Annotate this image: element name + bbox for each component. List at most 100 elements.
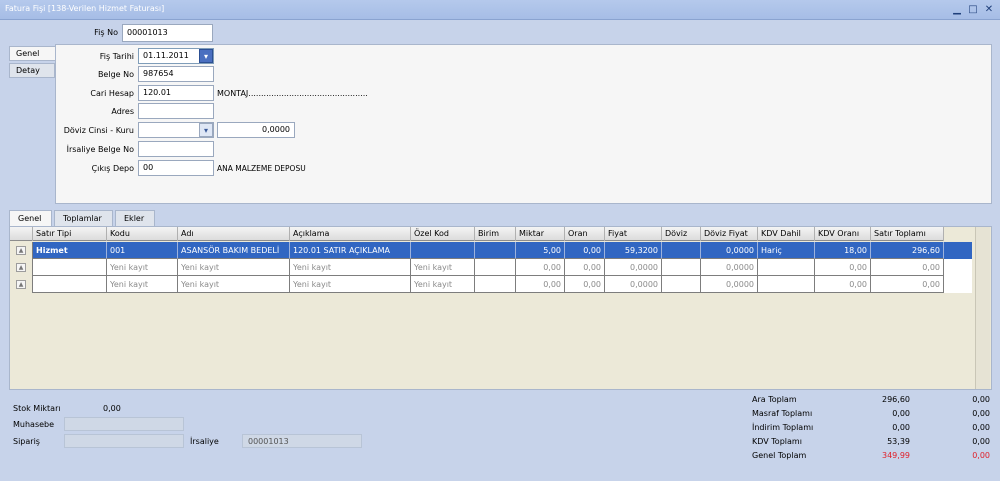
cell-ozel-kod[interactable] bbox=[411, 242, 475, 259]
cell-doviz[interactable] bbox=[662, 242, 701, 259]
stok-miktari-value: 0,00 bbox=[103, 404, 121, 413]
row-expand-icon[interactable]: ▲ bbox=[16, 280, 26, 289]
irsaliye-label: İrsaliye bbox=[190, 437, 219, 446]
cell-birim[interactable] bbox=[475, 242, 516, 259]
cell-satir-toplami[interactable]: 0,00 bbox=[871, 276, 944, 293]
cell-kodu[interactable]: 001 bbox=[107, 242, 178, 259]
cell-satir-toplami[interactable]: 296,60 bbox=[871, 242, 944, 259]
belge-no-field[interactable]: 987654 bbox=[138, 66, 214, 82]
indirim-toplami-doviz: 0,00 bbox=[972, 423, 990, 432]
maximize-icon[interactable]: □ bbox=[966, 3, 980, 16]
col-oran[interactable]: Oran bbox=[565, 227, 605, 241]
cell-kdv-dahil[interactable] bbox=[758, 276, 815, 293]
cell-satir-toplami[interactable]: 0,00 bbox=[871, 259, 944, 276]
cikis-depo-desc: ANA MALZEME DEPOSU bbox=[217, 164, 306, 173]
genel-toplam-doviz: 0,00 bbox=[972, 451, 990, 460]
cell-oran[interactable]: 0,00 bbox=[565, 259, 605, 276]
cell-birim[interactable] bbox=[475, 259, 516, 276]
cell-satir-tipi[interactable]: Hizmet bbox=[33, 242, 107, 259]
cell-birim[interactable] bbox=[475, 276, 516, 293]
date-dropdown-icon[interactable]: ▾ bbox=[199, 49, 213, 63]
doviz-dropdown-icon[interactable]: ▾ bbox=[199, 123, 213, 137]
row-expand-icon[interactable]: ▲ bbox=[16, 246, 26, 255]
cell-aciklama[interactable]: Yeni kayıt bbox=[290, 259, 411, 276]
grid-vertical-scrollbar[interactable] bbox=[975, 227, 990, 389]
adres-field[interactable] bbox=[138, 103, 214, 119]
col-birim[interactable]: Birim bbox=[475, 227, 516, 241]
cell-kdv-dahil[interactable] bbox=[758, 259, 815, 276]
cell-ozel-kod[interactable]: Yeni kayıt bbox=[411, 276, 475, 293]
cell-satir-tipi[interactable] bbox=[33, 259, 107, 276]
cell-satir-tipi[interactable] bbox=[33, 276, 107, 293]
cikis-depo-field[interactable]: 00 bbox=[138, 160, 214, 176]
cell-oran[interactable]: 0,00 bbox=[565, 242, 605, 259]
col-kodu[interactable]: Kodu bbox=[107, 227, 178, 241]
minimize-icon[interactable]: ▁ bbox=[950, 3, 964, 16]
col-adi[interactable]: Adı bbox=[178, 227, 290, 241]
vtab-detay[interactable]: Detay bbox=[9, 63, 55, 78]
cell-fiyat[interactable]: 0,0000 bbox=[605, 276, 662, 293]
tab-toplamlar[interactable]: Toplamlar bbox=[54, 210, 113, 226]
cell-kodu[interactable]: Yeni kayıt bbox=[107, 259, 178, 276]
doviz-label: Döviz Cinsi - Kuru bbox=[63, 126, 134, 135]
cell-kdv-orani[interactable]: 0,00 bbox=[815, 276, 871, 293]
masraf-toplami-doviz: 0,00 bbox=[972, 409, 990, 418]
title-bar: Fatura Fişi [138-Verilen Hizmet Faturası… bbox=[0, 0, 1000, 20]
col-aciklama[interactable]: Açıklama bbox=[290, 227, 411, 241]
cell-miktar[interactable]: 0,00 bbox=[516, 259, 565, 276]
cell-fiyat[interactable]: 59,3200 bbox=[605, 242, 662, 259]
col-kdv-orani[interactable]: KDV Oranı bbox=[815, 227, 871, 241]
fis-tarihi-label: Fiş Tarihi bbox=[99, 52, 134, 61]
irsaliye-belge-field[interactable] bbox=[138, 141, 214, 157]
cell-kdv-orani[interactable]: 18,00 bbox=[815, 242, 871, 259]
col-satir-tipi[interactable]: Satır Tipi bbox=[33, 227, 107, 241]
cell-doviz-fiyat[interactable]: 0,0000 bbox=[701, 276, 758, 293]
cell-adi[interactable]: ASANSÖR BAKIM BEDELİ bbox=[178, 242, 290, 259]
cell-ozel-kod[interactable]: Yeni kayıt bbox=[411, 259, 475, 276]
col-doviz[interactable]: Döviz bbox=[662, 227, 701, 241]
row-expand-icon[interactable]: ▲ bbox=[16, 263, 26, 272]
grid-header: Satır Tipi Kodu Adı Açıklama Özel Kod Bi… bbox=[10, 227, 944, 241]
table-row[interactable]: ▲ Yeni kayıt Yeni kayıt Yeni kayıt Yeni … bbox=[10, 276, 972, 293]
cell-doviz-fiyat[interactable]: 0,0000 bbox=[701, 259, 758, 276]
cell-miktar[interactable]: 5,00 bbox=[516, 242, 565, 259]
cell-kodu[interactable]: Yeni kayıt bbox=[107, 276, 178, 293]
row-selector[interactable]: ▲ bbox=[10, 276, 33, 293]
cell-kdv-dahil[interactable]: Hariç bbox=[758, 242, 815, 259]
muhasebe-field bbox=[64, 417, 184, 431]
tab-ekler[interactable]: Ekler bbox=[115, 210, 155, 226]
grid-corner bbox=[10, 227, 33, 241]
col-ozel-kod[interactable]: Özel Kod bbox=[411, 227, 475, 241]
close-icon[interactable]: ✕ bbox=[982, 3, 996, 16]
fis-no-field[interactable]: 00001013 bbox=[122, 24, 213, 42]
cell-kdv-orani[interactable]: 0,00 bbox=[815, 259, 871, 276]
tab-genel[interactable]: Genel bbox=[9, 210, 52, 227]
row-selector[interactable]: ▲ bbox=[10, 242, 33, 259]
cell-oran[interactable]: 0,00 bbox=[565, 276, 605, 293]
kur-field[interactable]: 0,0000 bbox=[217, 122, 295, 138]
cell-aciklama[interactable]: Yeni kayıt bbox=[290, 276, 411, 293]
row-selector[interactable]: ▲ bbox=[10, 259, 33, 276]
ara-toplam-label: Ara Toplam bbox=[752, 395, 797, 404]
belge-no-label: Belge No bbox=[97, 70, 134, 79]
cari-hesap-field[interactable]: 120.01 bbox=[138, 85, 214, 101]
table-row[interactable]: ▲ Hizmet 001 ASANSÖR BAKIM BEDELİ 120.01… bbox=[10, 242, 972, 259]
cell-aciklama[interactable]: 120.01 SATIR AÇIKLAMA bbox=[290, 242, 411, 259]
col-doviz-fiyat[interactable]: Döviz Fiyat bbox=[701, 227, 758, 241]
vtab-genel[interactable]: Genel bbox=[9, 46, 56, 61]
cell-doviz[interactable] bbox=[662, 276, 701, 293]
col-fiyat[interactable]: Fiyat bbox=[605, 227, 662, 241]
cell-fiyat[interactable]: 0,0000 bbox=[605, 259, 662, 276]
cell-doviz-fiyat[interactable]: 0,0000 bbox=[701, 242, 758, 259]
cell-adi[interactable]: Yeni kayıt bbox=[178, 276, 290, 293]
cell-adi[interactable]: Yeni kayıt bbox=[178, 259, 290, 276]
cell-miktar[interactable]: 0,00 bbox=[516, 276, 565, 293]
table-row[interactable]: ▲ Yeni kayıt Yeni kayıt Yeni kayıt Yeni … bbox=[10, 259, 972, 276]
cell-doviz[interactable] bbox=[662, 259, 701, 276]
col-satir-toplami[interactable]: Satır Toplamı bbox=[871, 227, 944, 241]
window-title: Fatura Fişi [138-Verilen Hizmet Faturası… bbox=[5, 4, 165, 13]
masraf-toplami-value: 0,00 bbox=[892, 409, 910, 418]
fis-no-label: Fiş No bbox=[94, 28, 118, 37]
col-kdv-dahil[interactable]: KDV Dahil bbox=[758, 227, 815, 241]
col-miktar[interactable]: Miktar bbox=[516, 227, 565, 241]
